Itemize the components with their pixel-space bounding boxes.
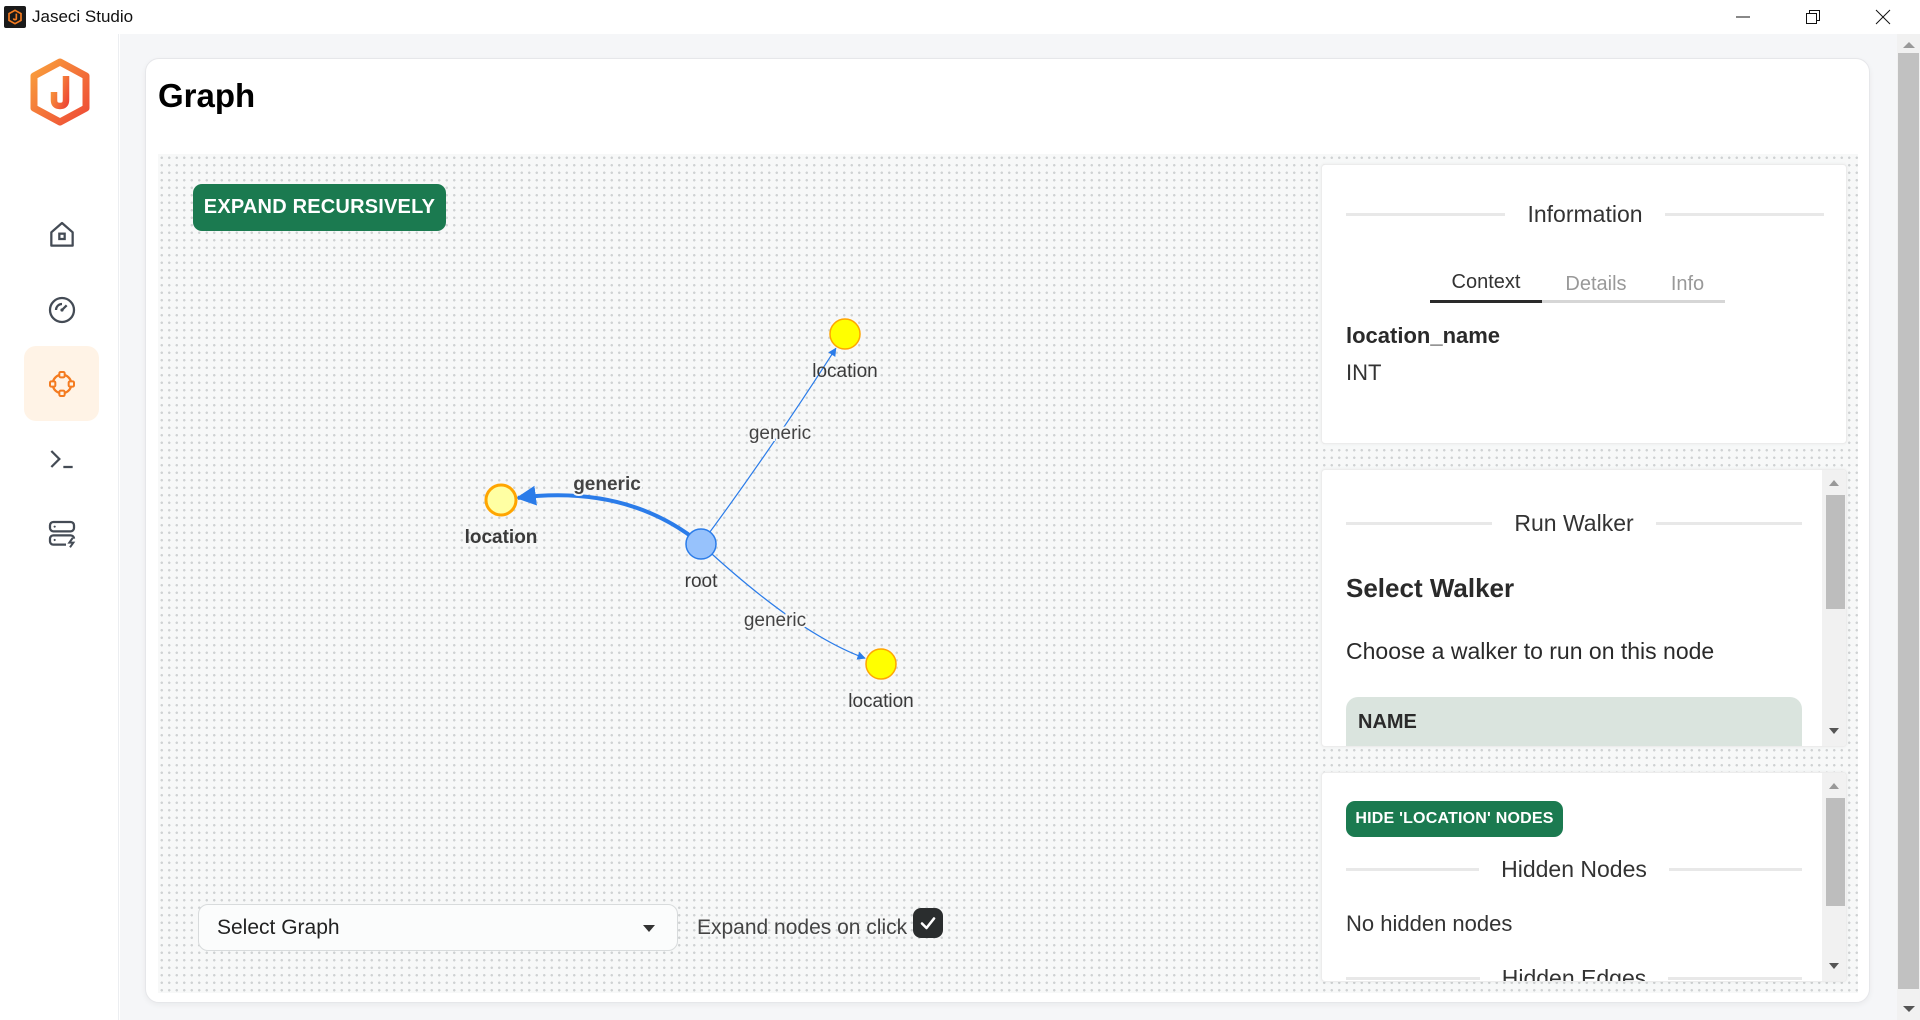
information-title: Information bbox=[1527, 201, 1643, 227]
select-graph-value: Select Graph bbox=[217, 915, 340, 939]
information-heading: Information bbox=[1346, 201, 1824, 228]
edge-label: generic bbox=[749, 423, 811, 444]
graph-edge[interactable] bbox=[515, 485, 703, 546]
graph-nodes-icon bbox=[48, 370, 75, 397]
node-label: location bbox=[465, 527, 538, 548]
sidebar-item-dashboard[interactable] bbox=[24, 272, 99, 347]
info-tabs: Context Details Info bbox=[1430, 265, 1725, 303]
context-key: location_name bbox=[1346, 323, 1501, 348]
page-scrollbar[interactable] bbox=[1897, 34, 1920, 1020]
restore-icon bbox=[1806, 10, 1820, 24]
information-panel: Information Context Details Info locatio… bbox=[1321, 164, 1847, 444]
hidden-edges-title: Hidden Edges bbox=[1501, 965, 1647, 982]
main-content: Graph generic generic generic root location… bbox=[120, 34, 1897, 1020]
check-icon bbox=[920, 917, 936, 930]
graph-canvas[interactable]: generic generic generic root location locati… bbox=[158, 154, 1858, 993]
scroll-down-icon[interactable] bbox=[1903, 1006, 1915, 1012]
scroll-down-icon[interactable] bbox=[1829, 728, 1839, 734]
gauge-icon bbox=[48, 296, 75, 323]
close-button[interactable] bbox=[1848, 0, 1918, 34]
scrollbar-thumb[interactable] bbox=[1826, 495, 1845, 609]
hidden-edges-heading: Hidden Edges bbox=[1346, 965, 1802, 982]
name-column-header: NAME bbox=[1358, 711, 1417, 733]
close-icon bbox=[1875, 9, 1891, 25]
page-scrollbar-thumb[interactable] bbox=[1898, 53, 1919, 989]
minimize-icon bbox=[1736, 16, 1750, 18]
root-node[interactable] bbox=[685, 528, 717, 560]
window-title: Jaseci Studio bbox=[32, 7, 134, 26]
context-value: INT bbox=[1346, 360, 1382, 385]
scroll-up-icon[interactable] bbox=[1829, 783, 1839, 789]
run-walker-heading: Run Walker bbox=[1346, 510, 1803, 537]
restore-button[interactable] bbox=[1778, 0, 1848, 34]
select-graph-dropdown[interactable]: Select Graph bbox=[198, 904, 678, 951]
graph-network[interactable]: generic generic generic root location locati… bbox=[158, 154, 1328, 993]
server-bolt-icon bbox=[48, 520, 75, 548]
page-title: Graph bbox=[158, 77, 256, 114]
app-icon bbox=[4, 6, 26, 28]
select-walker-heading: Select Walker bbox=[1346, 573, 1515, 603]
node-label: location bbox=[848, 691, 914, 712]
tab-context[interactable]: Context bbox=[1430, 265, 1542, 303]
scroll-up-icon[interactable] bbox=[1829, 480, 1839, 486]
location-node[interactable] bbox=[829, 318, 861, 350]
sidebar-item-graph[interactable] bbox=[24, 346, 99, 421]
graph-edge[interactable] bbox=[700, 543, 866, 660]
terminal-icon bbox=[50, 449, 73, 468]
tab-details[interactable]: Details bbox=[1542, 265, 1650, 303]
expand-on-click-checkbox[interactable] bbox=[913, 908, 943, 938]
walker-description: Choose a walker to run on this node bbox=[1346, 638, 1715, 664]
location-node[interactable] bbox=[865, 648, 897, 680]
minimize-button[interactable] bbox=[1708, 0, 1778, 34]
run-walker-panel: Run Walker Select Walker Choose a walker… bbox=[1321, 469, 1847, 747]
scrollbar-thumb[interactable] bbox=[1826, 798, 1845, 906]
sidebar-item-home[interactable] bbox=[24, 197, 99, 272]
node-label: location bbox=[812, 361, 878, 382]
hidden-panel-scrollbar[interactable] bbox=[1822, 773, 1846, 981]
sidebar-item-terminal[interactable] bbox=[24, 421, 99, 496]
scroll-down-icon[interactable] bbox=[1829, 963, 1839, 969]
scroll-up-icon[interactable] bbox=[1903, 42, 1915, 48]
walker-panel-scrollbar[interactable] bbox=[1822, 470, 1846, 746]
no-hidden-nodes-text: No hidden nodes bbox=[1346, 911, 1513, 936]
location-node[interactable] bbox=[484, 483, 518, 517]
expand-on-click-label: Expand nodes on click bbox=[697, 916, 908, 939]
chevron-down-icon bbox=[643, 925, 655, 932]
tab-info[interactable]: Info bbox=[1650, 265, 1725, 303]
sidebar bbox=[0, 34, 119, 1020]
sidebar-item-servers[interactable] bbox=[24, 496, 99, 571]
edge-label: generic bbox=[573, 474, 641, 495]
title-bar: Jaseci Studio bbox=[0, 0, 1920, 34]
hide-location-nodes-button[interactable]: HIDE 'LOCATION' NODES bbox=[1346, 801, 1563, 837]
hidden-items-panel: HIDE 'LOCATION' NODES Hidden Nodes No hi… bbox=[1321, 772, 1847, 982]
walker-table-header: NAME bbox=[1346, 697, 1802, 746]
node-label: root bbox=[685, 571, 718, 592]
run-walker-title: Run Walker bbox=[1514, 510, 1634, 536]
hidden-nodes-title: Hidden Nodes bbox=[1501, 856, 1647, 882]
jaseci-logo[interactable] bbox=[28, 58, 92, 131]
hidden-nodes-heading: Hidden Nodes bbox=[1346, 856, 1803, 883]
edge-label: generic bbox=[744, 610, 806, 631]
graph-card: Graph generic generic generic root location… bbox=[145, 58, 1870, 1003]
expand-recursively-button[interactable]: EXPAND RECURSIVELY bbox=[193, 184, 446, 231]
home-icon bbox=[49, 221, 74, 247]
